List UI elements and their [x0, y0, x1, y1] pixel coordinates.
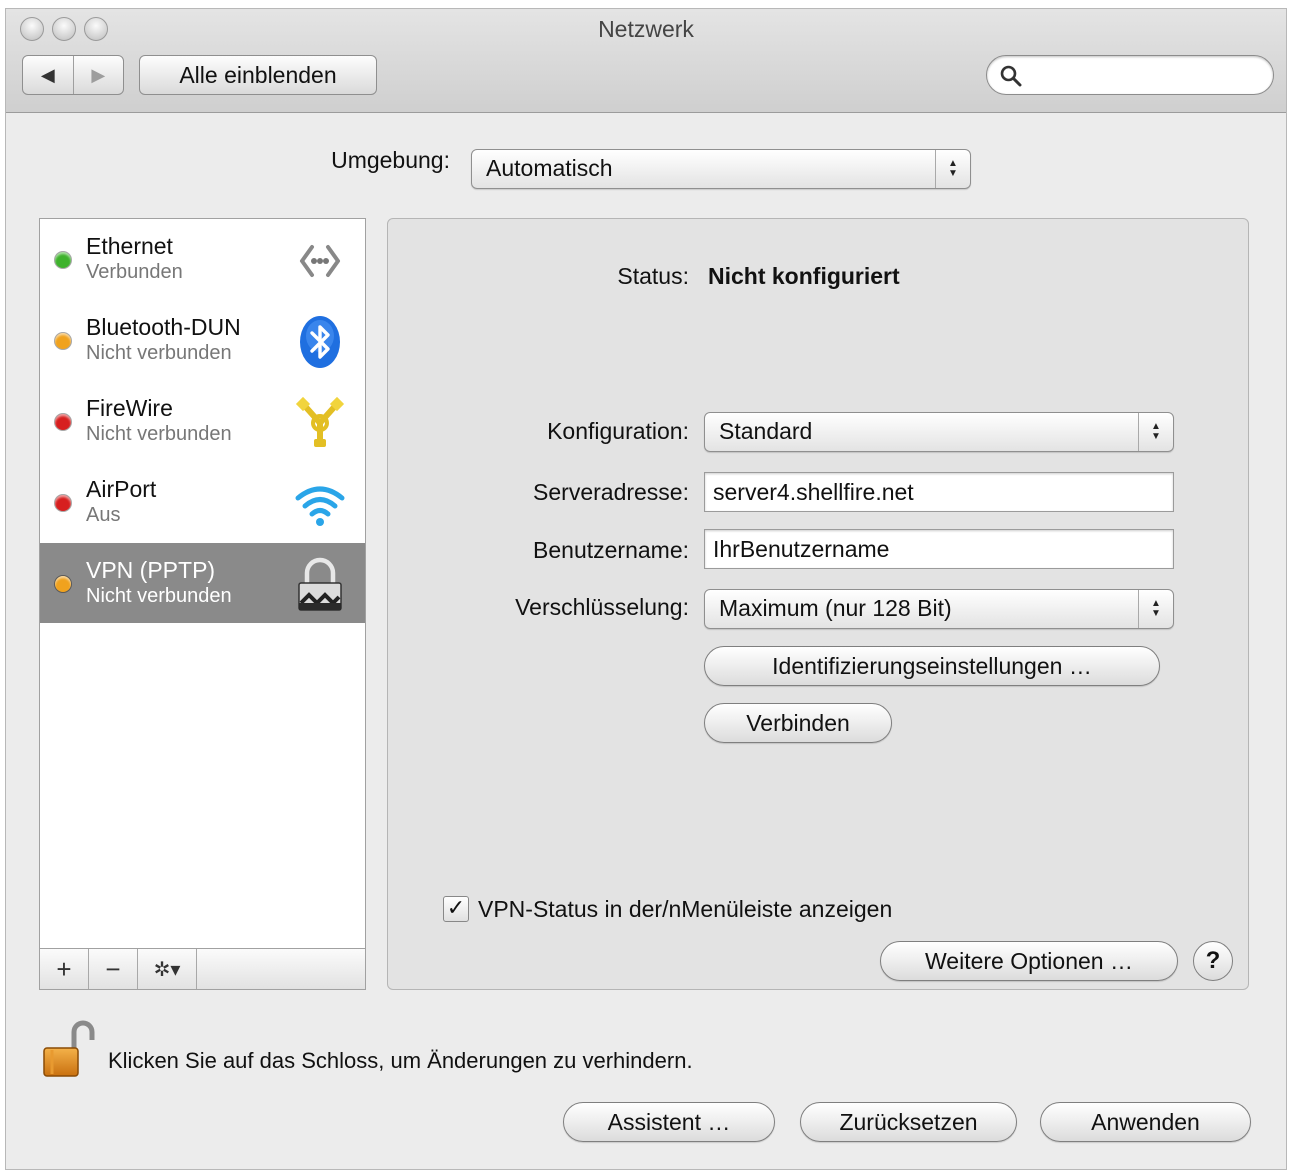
- bluetooth-icon: [292, 314, 348, 370]
- revert-button[interactable]: Zurücksetzen: [800, 1102, 1017, 1142]
- service-name: Ethernet: [86, 233, 173, 259]
- status-dot-icon: [55, 252, 71, 268]
- status-label: Status:: [617, 263, 689, 289]
- navigation-buttons: ◀ ▶: [22, 55, 124, 95]
- service-name: VPN (PPTP): [86, 557, 216, 583]
- checkmark-icon: ✓: [446, 895, 466, 920]
- remove-service-button[interactable]: −: [89, 949, 138, 989]
- service-item[interactable]: AirPort Aus: [40, 462, 365, 542]
- status-dot-icon: [55, 333, 71, 349]
- show-vpn-status-label[interactable]: VPN-Status in der/nMenüleiste anzeigen: [478, 896, 892, 923]
- encryption-popup[interactable]: Maximum (nur 128 Bit) ▲ ▼: [704, 589, 1174, 629]
- username-label: Benutzername:: [533, 537, 689, 563]
- location-popup[interactable]: Automatisch ▲ ▼: [471, 149, 971, 189]
- service-name: AirPort: [86, 476, 157, 502]
- location-label: Umgebung:: [331, 147, 450, 173]
- location-value: Automatisch: [486, 155, 613, 181]
- service-status: Nicht verbunden: [86, 342, 232, 364]
- encryption-value: Maximum (nur 128 Bit): [719, 595, 952, 621]
- service-item[interactable]: Ethernet Verbunden: [40, 219, 365, 299]
- add-service-button[interactable]: +: [40, 949, 89, 989]
- popup-arrows-icon: ▲ ▼: [935, 150, 970, 188]
- server-address-field[interactable]: server4.shellfire.net: [704, 472, 1174, 512]
- more-options-button[interactable]: Weitere Optionen …: [880, 941, 1178, 981]
- ethernet-icon: [292, 233, 348, 289]
- configuration-value: Standard: [719, 418, 813, 444]
- service-list: Ethernet Verbunden Bluetooth-DUN Nicht verb…: [39, 218, 366, 990]
- status-dot-icon: [55, 414, 71, 430]
- show-vpn-status-checkbox[interactable]: ✓: [443, 896, 469, 922]
- service-status: Nicht verbunden: [86, 423, 232, 445]
- status-value: Nicht konfiguriert: [708, 263, 900, 289]
- service-status: Verbunden: [86, 261, 183, 283]
- service-name: Bluetooth-DUN: [86, 314, 241, 340]
- apply-button[interactable]: Anwenden: [1040, 1102, 1251, 1142]
- connect-button[interactable]: Verbinden: [704, 703, 892, 743]
- status-dot-icon: [55, 576, 71, 592]
- help-button[interactable]: ?: [1193, 941, 1233, 981]
- search-field[interactable]: [986, 55, 1274, 95]
- action-menu-button[interactable]: ✲▾: [138, 949, 197, 989]
- service-item[interactable]: FireWire Nicht verbunden: [40, 381, 365, 461]
- forward-button[interactable]: ▶: [72, 56, 124, 94]
- popup-arrows-icon: ▲ ▼: [1138, 590, 1173, 628]
- service-item[interactable]: Bluetooth-DUN Nicht verbunden: [40, 300, 365, 380]
- encryption-label: Verschlüsselung:: [515, 594, 689, 620]
- configuration-popup[interactable]: Standard ▲ ▼: [704, 412, 1174, 452]
- popup-arrows-icon: ▲ ▼: [1138, 413, 1173, 451]
- service-list-toolbar: + − ✲▾: [40, 948, 365, 989]
- username-value: IhrBenutzername: [713, 536, 890, 562]
- server-address-value: server4.shellfire.net: [713, 479, 914, 505]
- authentication-settings-button[interactable]: Identifizierungseinstellungen …: [704, 646, 1160, 686]
- title-bar: Netzwerk ◀ ▶ Alle einblenden: [6, 9, 1286, 113]
- username-field[interactable]: IhrBenutzername: [704, 529, 1174, 569]
- back-button[interactable]: ◀: [23, 56, 73, 94]
- vpn-lock-icon: [292, 557, 348, 613]
- window-title: Netzwerk: [598, 16, 694, 42]
- show-all-button[interactable]: Alle einblenden: [139, 55, 377, 95]
- status-dot-icon: [55, 495, 71, 511]
- server-address-label: Serveradresse:: [533, 479, 689, 505]
- service-item[interactable]: VPN (PPTP) Nicht verbunden: [40, 543, 365, 623]
- unlocked-padlock-icon[interactable]: [40, 1020, 100, 1080]
- lock-hint-text: Klicken Sie auf das Schloss, um Änderung…: [108, 1048, 693, 1073]
- service-name: FireWire: [86, 395, 173, 421]
- service-status: Nicht verbunden: [86, 585, 232, 607]
- search-icon: [1000, 65, 1022, 87]
- configuration-label: Konfiguration:: [547, 418, 689, 444]
- wifi-icon: [292, 476, 348, 532]
- service-status: Aus: [86, 504, 121, 526]
- firewire-icon: [292, 395, 348, 451]
- assistant-button[interactable]: Assistent …: [563, 1102, 775, 1142]
